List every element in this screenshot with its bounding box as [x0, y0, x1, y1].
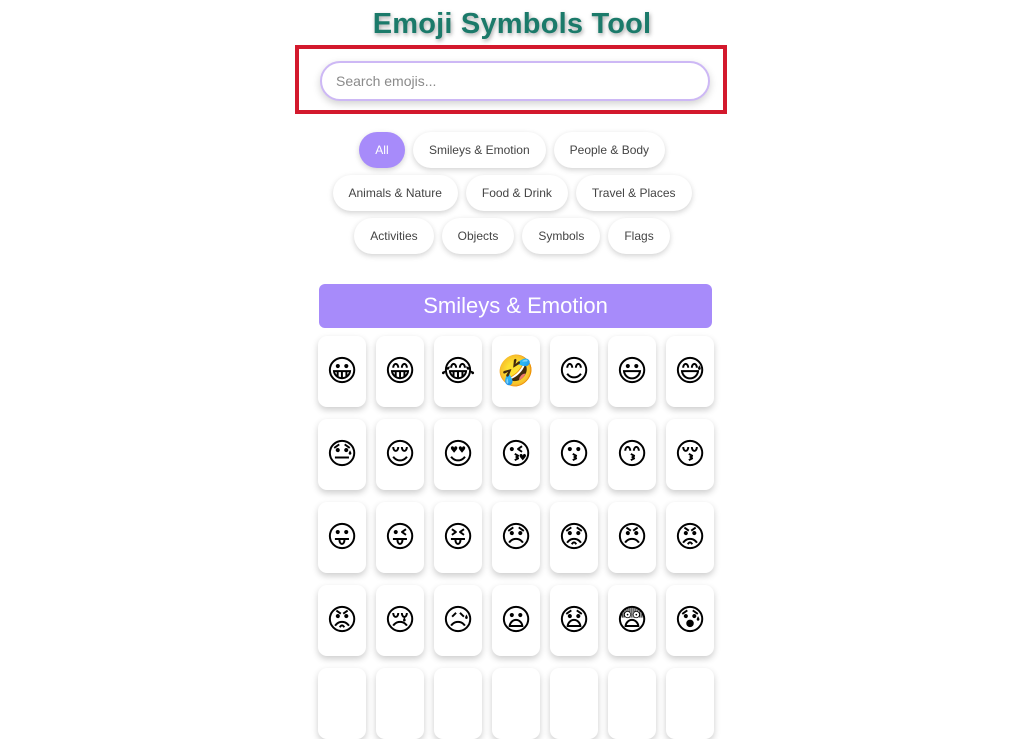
category-chip-flags[interactable]: Flags [608, 218, 670, 254]
emoji-card[interactable]: 😨 [608, 585, 656, 656]
emoji-card-partial[interactable] [434, 668, 482, 739]
emoji-card-partial[interactable] [550, 668, 598, 739]
search-input[interactable] [320, 61, 710, 101]
category-chip-food-drink[interactable]: Food & Drink [465, 175, 568, 211]
emoji-card[interactable]: 😅 [666, 336, 714, 407]
emoji-card[interactable]: 😘 [492, 419, 540, 490]
category-chip-activities[interactable]: Activities [354, 218, 434, 254]
emoji-card[interactable]: 😢 [376, 585, 424, 656]
emoji-card-partial[interactable] [318, 668, 366, 739]
emoji-card[interactable]: 😂 [434, 336, 482, 407]
emoji-card[interactable]: 😍 [434, 419, 482, 490]
category-chip-people-body[interactable]: People & Body [553, 132, 666, 168]
emoji-card[interactable]: 😥 [434, 585, 482, 656]
emoji-card[interactable]: 😚 [666, 419, 714, 490]
emoji-card[interactable]: 😙 [608, 419, 656, 490]
emoji-card[interactable]: 😦 [492, 585, 540, 656]
category-filter-row-1: All Smileys & Emotion People & Body [0, 132, 1024, 168]
emoji-card[interactable]: 😡 [318, 585, 366, 656]
emoji-card[interactable]: 😓 [318, 419, 366, 490]
emoji-card[interactable]: 😧 [550, 585, 598, 656]
emoji-card[interactable]: 😜 [376, 502, 424, 573]
category-chip-symbols[interactable]: Symbols [522, 218, 601, 254]
section-header: Smileys & Emotion [319, 284, 712, 328]
page-title: Emoji Symbols Tool [372, 8, 652, 40]
emoji-card-partial[interactable] [608, 668, 656, 739]
category-filter-row-2: Animals & Nature Food & Drink Travel & P… [0, 175, 1024, 211]
emoji-card[interactable]: 😠 [608, 502, 656, 573]
emoji-card[interactable]: 😗 [550, 419, 598, 490]
emoji-card[interactable]: 🤣 [492, 336, 540, 407]
emoji-card-partial[interactable] [492, 668, 540, 739]
emoji-card[interactable]: 😊 [550, 336, 598, 407]
category-chip-smileys-emotion[interactable]: Smileys & Emotion [412, 132, 546, 168]
emoji-card[interactable]: 😀 [318, 336, 366, 407]
emoji-card-partial[interactable] [666, 668, 714, 739]
category-chip-all[interactable]: All [358, 132, 405, 168]
emoji-card[interactable]: 😛 [318, 502, 366, 573]
emoji-card[interactable]: 😟 [550, 502, 598, 573]
emoji-card[interactable]: 😌 [376, 419, 424, 490]
emoji-card[interactable]: 😝 [434, 502, 482, 573]
emoji-card[interactable]: 😰 [666, 585, 714, 656]
emoji-card[interactable]: 😞 [492, 502, 540, 573]
emoji-card[interactable]: 😡 [666, 502, 714, 573]
emoji-card[interactable]: 😃 [608, 336, 656, 407]
category-chip-travel-places[interactable]: Travel & Places [575, 175, 692, 211]
category-chip-objects[interactable]: Objects [441, 218, 515, 254]
emoji-card-partial[interactable] [376, 668, 424, 739]
category-chip-animals-nature[interactable]: Animals & Nature [332, 175, 458, 211]
category-filter-row-3: Activities Objects Symbols Flags [0, 218, 1024, 254]
emoji-card[interactable]: 😁 [376, 336, 424, 407]
emoji-grid: 😀 😁 😂 🤣 😊 😃 😅 😓 😌 😍 😘 😗 😙 😚 😛 😜 😝 😞 😟 😠 😡 😡 😢 😥 😦 😧 😨 😰 [318, 336, 718, 739]
